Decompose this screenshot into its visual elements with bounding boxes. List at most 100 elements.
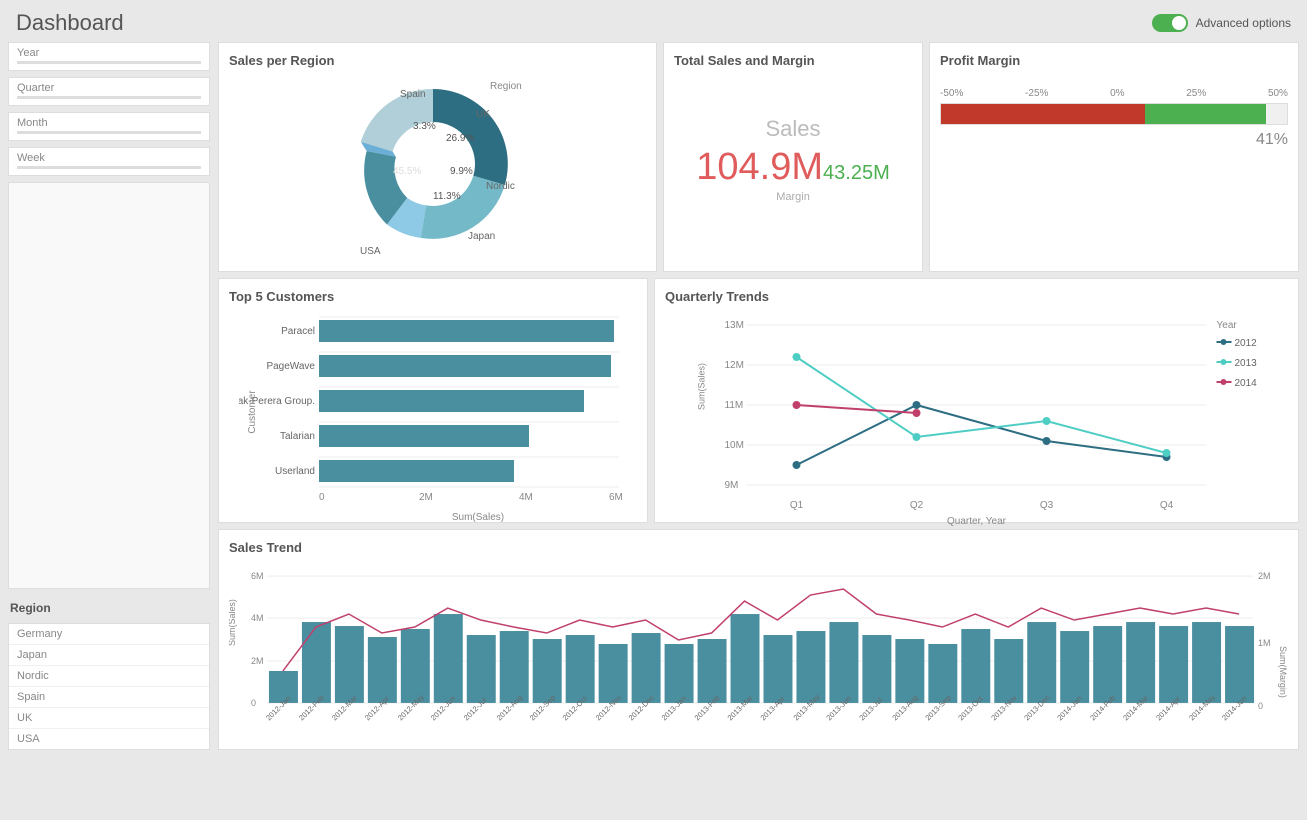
region-item-japan[interactable]: Japan [9,645,209,666]
donut-chart: UK Nordic Japan USA Spain 26.9% 9.9% 11.… [229,74,646,254]
svg-text:12M: 12M [725,360,744,371]
quarterly-trends-title: Quarterly Trends [665,289,1288,304]
region-item-uk[interactable]: UK [9,708,209,729]
svg-text:2M: 2M [419,492,433,502]
main-content: Year Quarter Month Week // will render v… [0,42,1307,758]
customers-y-label: Customer [247,390,258,433]
region-item-germany[interactable]: Germany [9,624,209,645]
total-sales-card: Total Sales and Margin Sales 104.9M43.25… [663,42,923,272]
quarterly-trends-card: Quarterly Trends 13M 12M 11M 10M 9M [654,278,1299,523]
sales-per-region-card: Sales per Region [218,42,657,272]
region-item-nordic[interactable]: Nordic [9,666,209,687]
region-pct-japan: 11.3% [433,191,461,202]
sales-label: Sales [765,116,820,142]
line-chart-container: 13M 12M 11M 10M 9M Q1 [665,310,1288,533]
total-sales-content: Sales 104.9M43.25M Margin [674,74,912,244]
profit-bar-red [941,104,1145,124]
profit-bar-container: -50% -25% 0% 25% 50% 41% [940,88,1288,149]
sales-per-region-title: Sales per Region [229,53,646,68]
advanced-options-toggle[interactable]: Advanced options [1152,14,1291,32]
top-row: Sales per Region [218,42,1299,272]
sales-figures: 104.9M43.25M [696,146,889,189]
sales-trend-svg: 6M 4M 2M 0 Sum(Sales) 2M 1M 0 Sum(Margin… [229,561,1288,736]
profit-margin-title: Profit Margin [940,53,1288,68]
svg-text:0: 0 [251,698,256,708]
svg-text:Sum(Margin): Sum(Margin) [1278,646,1288,698]
region-item-spain[interactable]: Spain [9,687,209,708]
svg-text:Userland: Userland [275,466,315,477]
profit-bar-track [940,103,1288,125]
profit-percentage: 41% [940,131,1288,149]
quarterly-svg: 13M 12M 11M 10M 9M Q1 [665,310,1288,530]
total-sales-title: Total Sales and Margin [674,53,912,68]
svg-text:0: 0 [319,492,325,502]
svg-text:Year: Year [1217,320,1238,331]
svg-text:Q2: Q2 [910,500,924,511]
dashboard-content: Sales per Region [218,42,1299,750]
svg-text:PageWave: PageWave [266,361,315,372]
svg-text:11M: 11M [725,400,744,411]
region-label-usa: USA [360,246,381,257]
svg-text:1M: 1M [1258,638,1270,648]
region-pct-spain: 3.3% [413,121,436,132]
top-customers-title: Top 5 Customers [229,289,637,304]
svg-text:6M: 6M [609,492,623,502]
svg-text:2M: 2M [1258,571,1270,581]
region-pct-uk: 26.9% [446,133,474,144]
bar-chart-container: Customer [229,312,637,512]
svg-text:2013: 2013 [1235,358,1258,369]
middle-row: Top 5 Customers Customer [218,278,1299,523]
svg-text:2012: 2012 [1235,338,1258,349]
filter-month[interactable]: Month [8,112,210,141]
sales-trend-chart: 6M 4M 2M 0 Sum(Sales) 2M 1M 0 Sum(Margin… [229,561,1288,739]
profit-margin-card: Profit Margin -50% -25% 0% 25% 50% 41% [929,42,1299,272]
region-label-uk: UK [476,109,490,120]
svg-text:Q4: Q4 [1160,500,1174,511]
profit-bar-green [1145,104,1266,124]
header: Dashboard Advanced options [0,0,1307,42]
sales-trend-title: Sales Trend [229,540,1288,555]
svg-text:0: 0 [1258,701,1263,711]
svg-text:Region: Region [490,81,522,92]
svg-text:Q1: Q1 [790,500,804,511]
page-title: Dashboard [16,10,124,36]
advanced-options-label: Advanced options [1196,16,1291,30]
region-pct-usa: 45.5% [393,166,421,177]
bar-chart-svg: Paracel PageWave Deak-Perera Group. Tala… [239,312,629,502]
svg-text:Paracel: Paracel [281,326,315,337]
region-item-usa[interactable]: USA [9,729,209,749]
donut-svg: UK Nordic Japan USA Spain 26.9% 9.9% 11.… [338,69,538,259]
svg-text:9M: 9M [725,480,739,491]
region-filter-label: Region [8,601,210,615]
region-filter-list: Germany Japan Nordic Spain UK USA [8,623,210,750]
margin-value: 43.25M [823,162,890,184]
svg-text:Quarter, Year: Quarter, Year [947,516,1007,527]
sales-value: 104.9M [696,146,823,188]
svg-text:Q3: Q3 [1040,500,1054,511]
svg-text:Sum(Sales): Sum(Sales) [697,363,707,410]
profit-axis: -50% -25% 0% 25% 50% [940,88,1288,99]
filter-year[interactable]: Year [8,42,210,71]
customers-x-label: Sum(Sales) [229,512,637,523]
sales-trend-card: Sales Trend 6M 4M 2M 0 Sum(Sales) 2M 1M … [218,529,1299,750]
svg-text:Sum(Sales): Sum(Sales) [229,599,237,646]
svg-text:13M: 13M [725,320,744,331]
region-label-japan: Japan [468,231,495,242]
toggle-switch[interactable] [1152,14,1188,32]
svg-text:10M: 10M [725,440,744,451]
region-label-nordic: Nordic [486,181,515,192]
svg-text:4M: 4M [519,492,533,502]
svg-text:2M: 2M [251,656,263,666]
svg-text:6M: 6M [251,571,263,581]
sidebar: Year Quarter Month Week // will render v… [8,42,218,750]
svg-text:Talarian: Talarian [280,431,315,442]
filter-quarter[interactable]: Quarter [8,77,210,106]
top-customers-card: Top 5 Customers Customer [218,278,648,523]
calendar: // will render via JS below [8,182,210,589]
filter-week[interactable]: Week [8,147,210,176]
svg-text:2014: 2014 [1235,378,1258,389]
margin-label: Margin [776,191,810,203]
region-pct-nordic: 9.9% [450,166,473,177]
svg-text:4M: 4M [251,613,263,623]
region-label-spain: Spain [400,89,426,100]
